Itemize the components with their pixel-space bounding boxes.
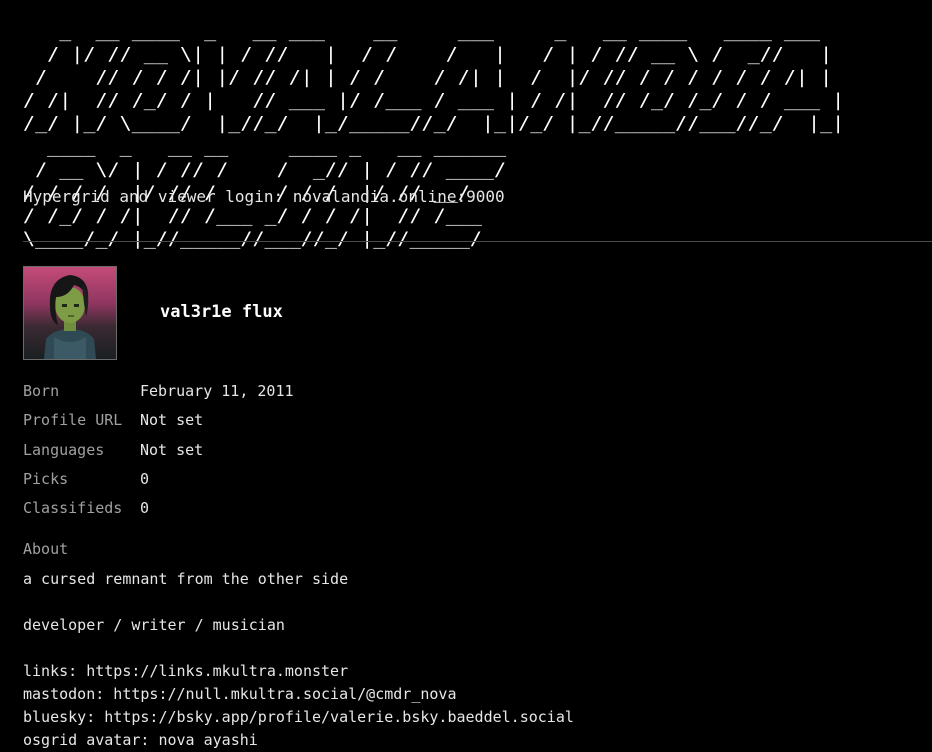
field-value: Not set [140,441,204,459]
site-ascii-logo: _ __ ____ _ __ ___ __ ___ _ __ ____ ____… [23,21,845,250]
profile-page: _ __ ____ _ __ ___ __ ___ _ __ ____ ____… [23,0,932,752]
about-text: a cursed remnant from the other side dev… [23,570,574,749]
field-label: Profile URL [23,411,123,429]
field-value: 0 [140,470,150,488]
field-label: Classifieds [23,499,123,517]
about-heading: About [23,540,69,558]
field-label: Languages [23,441,105,459]
avatar-portrait-icon [24,267,116,359]
header-divider [23,241,932,242]
field-label: Born [23,382,60,400]
field-value: February 11, 2011 [140,382,294,400]
profile-display-name: val3r1e flux [160,302,283,322]
profile-avatar [23,266,117,360]
field-value: Not set [140,411,204,429]
field-value: 0 [140,499,150,517]
hypergrid-login-info: Hypergrid and viewer login: novalandia.o… [23,187,505,206]
field-label: Picks [23,470,69,488]
